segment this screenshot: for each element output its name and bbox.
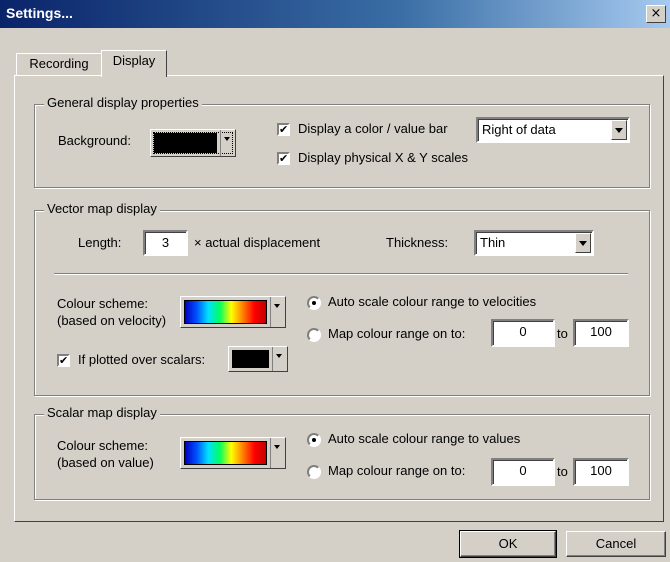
tab-display[interactable]: Display [101,50,167,77]
scalar-map-range-label: Map colour range on to: [328,463,466,478]
thickness-label: Thickness: [386,235,449,250]
ok-button-label: OK [498,536,518,551]
tab-recording[interactable]: Recording [16,53,102,76]
length-label: Length: [78,235,122,250]
thickness-value: Thin [480,235,506,250]
overlay-colour-swatch [232,350,269,368]
general-group-title: General display properties [44,95,202,110]
vector-colour-scheme-picker[interactable] [180,296,286,328]
scalar-colour-scheme-label: Colour scheme: [57,438,149,453]
overlay-colour-picker[interactable] [228,346,288,372]
close-icon: × [650,6,662,21]
thickness-select[interactable]: Thin [474,230,594,256]
vector-separator [54,273,628,275]
scalar-auto-scale-radio[interactable] [307,433,321,447]
background-color-swatch [154,133,217,153]
scalar-group-title: Scalar map display [44,405,160,420]
color-bar-position-value: Right of data [482,122,556,137]
vector-group-title: Vector map display [44,201,160,216]
vector-range-min-input[interactable]: 0 [491,319,555,347]
vector-auto-scale-label: Auto scale colour range to velocities [328,294,537,309]
vector-map-range-radio[interactable] [307,328,321,342]
tab-recording-label: Recording [29,56,89,71]
scalar-range-min-input[interactable]: 0 [491,458,555,486]
tab-display-label: Display [112,53,156,68]
chevron-down-icon[interactable] [611,120,627,140]
scalar-colour-scheme-sub: (based on value) [57,455,154,470]
check-icon: ✔ [59,354,69,367]
length-input[interactable]: 3 [143,230,188,256]
overlay-scalars-checkbox[interactable]: ✔ [57,354,70,367]
vector-colour-scheme-sub: (based on velocity) [57,313,167,328]
background-color-picker[interactable] [150,129,236,157]
window-title: Settings... [6,5,73,21]
chevron-down-icon [272,347,287,371]
ok-button[interactable]: OK [459,530,557,558]
vector-range-to-label: to [557,326,568,341]
overlay-scalars-label: If plotted over scalars: [78,352,206,367]
color-bar-position-select[interactable]: Right of data [476,117,630,143]
scalar-map-range-radio[interactable] [307,465,321,479]
title-bar: Settings... × [0,0,670,28]
vector-colour-gradient [184,300,267,324]
cancel-button-label: Cancel [595,536,637,551]
chevron-down-icon [270,438,285,468]
close-button[interactable]: × [646,5,666,23]
color-bar-checkbox[interactable]: ✔ [277,123,290,136]
scalar-colour-scheme-picker[interactable] [180,437,286,469]
scalar-colour-gradient [184,441,267,465]
cancel-button[interactable]: Cancel [566,531,666,557]
length-value: 3 [161,235,170,250]
color-bar-label: Display a color / value bar [298,121,448,136]
chevron-down-icon[interactable] [575,233,591,253]
physical-scales-label: Display physical X & Y scales [298,150,469,165]
vector-range-min-value: 0 [519,324,527,339]
vector-colour-scheme-label: Colour scheme: [57,296,149,311]
length-suffix: × actual displacement [194,235,321,250]
check-icon: ✔ [279,152,289,165]
chevron-down-icon [220,130,235,156]
vector-range-max-value: 100 [590,324,612,339]
scalar-range-max-value: 100 [590,463,612,478]
scalar-range-to-label: to [557,464,568,479]
scalar-range-min-value: 0 [519,463,527,478]
physical-scales-checkbox[interactable]: ✔ [277,152,290,165]
vector-range-max-input[interactable]: 100 [573,319,629,347]
scalar-auto-scale-label: Auto scale colour range to values [328,431,521,446]
check-icon: ✔ [279,123,289,136]
vector-map-range-label: Map colour range on to: [328,326,466,341]
scalar-range-max-input[interactable]: 100 [573,458,629,486]
chevron-down-icon [270,297,285,327]
vector-auto-scale-radio[interactable] [307,296,321,310]
background-label: Background: [58,133,131,148]
